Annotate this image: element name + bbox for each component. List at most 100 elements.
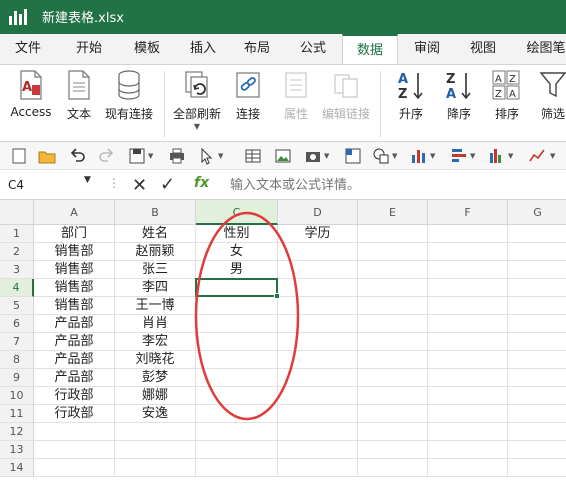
cell-e7[interactable] (358, 333, 428, 351)
redo-icon[interactable] (98, 147, 116, 165)
cell-g9[interactable] (508, 369, 566, 387)
cell-f1[interactable] (428, 225, 508, 243)
cell-a14[interactable] (34, 459, 115, 477)
cell-g4[interactable] (508, 279, 566, 297)
cell-f5[interactable] (428, 297, 508, 315)
cell-d6[interactable] (278, 315, 358, 333)
cell-b9[interactable]: 彭梦 (115, 369, 196, 387)
column-header-b[interactable]: B (115, 200, 196, 225)
cell-a12[interactable] (34, 423, 115, 441)
new-file-icon[interactable] (10, 147, 28, 165)
row-header-12[interactable]: 12 (0, 423, 34, 441)
row-header-4[interactable]: 4 (0, 279, 34, 297)
row-header-14[interactable]: 14 (0, 459, 34, 477)
tab-file[interactable]: 文件 (4, 34, 52, 64)
sort-button[interactable]: A Z Z A 排序 (486, 69, 528, 139)
tab-view[interactable]: 视图 (458, 34, 508, 64)
cell-a11[interactable]: 行政部 (34, 405, 115, 423)
cell-c4[interactable] (196, 279, 278, 297)
cell-f12[interactable] (428, 423, 508, 441)
cell-e6[interactable] (358, 315, 428, 333)
sort-ascending-button[interactable]: A Z 升序 (388, 69, 434, 139)
select-all-corner[interactable] (0, 200, 34, 225)
column-header-f[interactable]: F (428, 200, 508, 225)
connections-button[interactable]: 连接 (228, 69, 268, 139)
cell-g2[interactable] (508, 243, 566, 261)
tab-review[interactable]: 审阅 (402, 34, 452, 64)
open-folder-icon[interactable] (38, 147, 56, 165)
cell-d9[interactable] (278, 369, 358, 387)
cell-c7[interactable] (196, 333, 278, 351)
row-header-3[interactable]: 3 (0, 261, 34, 279)
cell-c9[interactable] (196, 369, 278, 387)
cell-g13[interactable] (508, 441, 566, 459)
cell-c13[interactable] (196, 441, 278, 459)
cancel-icon[interactable]: ✕ (132, 175, 147, 196)
filter-button[interactable]: 筛选 (536, 69, 566, 139)
cell-b6[interactable]: 肖肖 (115, 315, 196, 333)
from-text-button[interactable]: 文本 (62, 69, 96, 139)
properties-button[interactable]: 属性 (276, 69, 316, 139)
line-chart-icon[interactable] (528, 147, 546, 165)
cell-c5[interactable] (196, 297, 278, 315)
cell-e9[interactable] (358, 369, 428, 387)
cell-d7[interactable] (278, 333, 358, 351)
cell-e11[interactable] (358, 405, 428, 423)
save-icon[interactable] (128, 147, 146, 165)
chevron-down-icon[interactable]: ▼ (550, 152, 555, 160)
cell-e4[interactable] (358, 279, 428, 297)
cell-d8[interactable] (278, 351, 358, 369)
chevron-down-icon[interactable]: ▼ (84, 175, 91, 185)
cell-g3[interactable] (508, 261, 566, 279)
cell-b5[interactable]: 王一博 (115, 297, 196, 315)
row-header-7[interactable]: 7 (0, 333, 34, 351)
cell-e3[interactable] (358, 261, 428, 279)
checkmark-icon[interactable]: ✓ (160, 174, 175, 195)
column-header-e[interactable]: E (358, 200, 428, 225)
cell-b14[interactable] (115, 459, 196, 477)
tab-formula[interactable]: 公式 (288, 34, 338, 64)
cell-f6[interactable] (428, 315, 508, 333)
cell-f3[interactable] (428, 261, 508, 279)
cell-c8[interactable] (196, 351, 278, 369)
screenshot-icon[interactable] (304, 147, 322, 165)
print-icon[interactable] (168, 147, 186, 165)
row-header-10[interactable]: 10 (0, 387, 34, 405)
cell-e14[interactable] (358, 459, 428, 477)
cell-g5[interactable] (508, 297, 566, 315)
cell-b13[interactable] (115, 441, 196, 459)
cell-e5[interactable] (358, 297, 428, 315)
row-header-2[interactable]: 2 (0, 243, 34, 261)
cell-d11[interactable] (278, 405, 358, 423)
cell-b3[interactable]: 张三 (115, 261, 196, 279)
cell-b12[interactable] (115, 423, 196, 441)
column-header-c[interactable]: C (196, 200, 278, 225)
cell-g6[interactable] (508, 315, 566, 333)
cell-a3[interactable]: 销售部 (34, 261, 115, 279)
cell-f7[interactable] (428, 333, 508, 351)
cell-a13[interactable] (34, 441, 115, 459)
row-header-8[interactable]: 8 (0, 351, 34, 369)
cell-g12[interactable] (508, 423, 566, 441)
cell-g1[interactable] (508, 225, 566, 243)
column-chart-icon[interactable] (488, 147, 506, 165)
cell-c11[interactable] (196, 405, 278, 423)
cell-g10[interactable] (508, 387, 566, 405)
cell-c10[interactable] (196, 387, 278, 405)
table-icon[interactable] (244, 147, 262, 165)
cell-e8[interactable] (358, 351, 428, 369)
cell-g11[interactable] (508, 405, 566, 423)
cell-a10[interactable]: 行政部 (34, 387, 115, 405)
cell-d2[interactable] (278, 243, 358, 261)
cell-d13[interactable] (278, 441, 358, 459)
cell-c14[interactable] (196, 459, 278, 477)
cell-f11[interactable] (428, 405, 508, 423)
cell-c3[interactable]: 男 (196, 261, 278, 279)
cell-d1[interactable]: 学历 (278, 225, 358, 243)
cell-g14[interactable] (508, 459, 566, 477)
cell-a4[interactable]: 销售部 (34, 279, 115, 297)
cell-g7[interactable] (508, 333, 566, 351)
row-header-5[interactable]: 5 (0, 297, 34, 315)
cell-c12[interactable] (196, 423, 278, 441)
cell-a9[interactable]: 产品部 (34, 369, 115, 387)
